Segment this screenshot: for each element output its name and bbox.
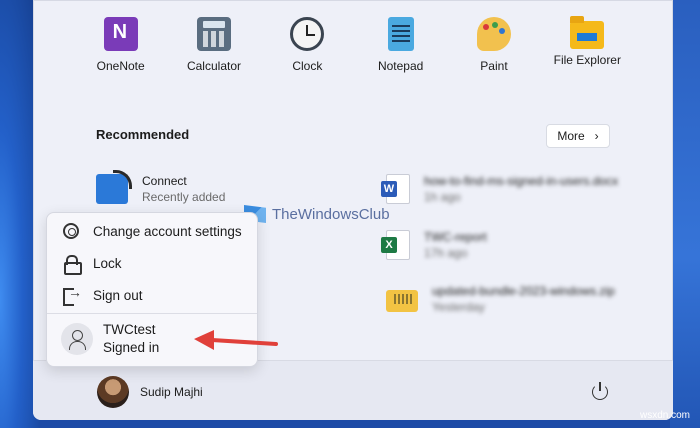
- pinned-app-label: Clock: [292, 59, 323, 73]
- pinned-app-label: Notepad: [377, 59, 424, 73]
- menu-item-label: Change account settings: [93, 223, 242, 239]
- recommended-item-name: how-to-find-ms-signed-in-users.docx: [424, 174, 619, 188]
- sign-out-icon: [63, 284, 82, 306]
- pinned-app-file-explorer[interactable]: File Explorer: [541, 16, 634, 77]
- recommended-item-name: Connect: [142, 174, 187, 188]
- recommended-item-word-doc[interactable]: how-to-find-ms-signed-in-users.docx 1h a…: [381, 173, 619, 205]
- lock-icon: [63, 255, 82, 275]
- pinned-app-paint[interactable]: Paint: [447, 17, 540, 77]
- paint-icon: [476, 17, 511, 51]
- user-name[interactable]: Sudip Majhi: [140, 385, 203, 399]
- zip-folder-icon: [386, 290, 418, 312]
- recommended-item-name: TWC-report: [424, 230, 487, 244]
- clock-icon: [290, 17, 325, 51]
- pinned-app-onenote[interactable]: OneNote: [74, 17, 167, 77]
- menu-item-label: Lock: [93, 255, 122, 271]
- annotation-arrow-icon: [194, 330, 278, 350]
- recommended-item-connect[interactable]: Connect Recently added: [96, 170, 226, 205]
- recommended-item-sub: 1h ago: [424, 190, 461, 204]
- menu-item-label: Sign out: [93, 287, 143, 303]
- notepad-icon: [387, 17, 414, 51]
- recommended-heading: Recommended: [96, 127, 190, 142]
- chevron-right-icon: ›: [594, 129, 599, 143]
- sign-out-item[interactable]: Sign out: [53, 281, 253, 309]
- wallpaper-right: [670, 0, 700, 428]
- pinned-app-clock[interactable]: Clock: [261, 17, 354, 77]
- account-name: TWCtest: [103, 322, 156, 337]
- recommended-item-sub: Recently added: [142, 190, 226, 204]
- pinned-app-label: File Explorer: [553, 53, 621, 67]
- recommended-item-zip[interactable]: updated-bundle-2023-windows.zip Yesterda…: [386, 283, 615, 315]
- user-avatar[interactable]: [97, 376, 129, 408]
- site-credit: wsxdn.com: [639, 410, 690, 421]
- start-footer: Sudip Majhi: [33, 360, 673, 420]
- person-icon: [61, 323, 93, 355]
- gear-icon: [63, 223, 79, 239]
- file-explorer-icon: [570, 16, 605, 49]
- pinned-app-calculator[interactable]: Calculator: [167, 17, 260, 77]
- account-status: Signed in: [103, 340, 160, 355]
- onenote-icon: [103, 17, 138, 51]
- change-account-settings-item[interactable]: Change account settings: [53, 217, 253, 245]
- pinned-app-label: OneNote: [96, 59, 145, 73]
- recommended-item-name: updated-bundle-2023-windows.zip: [432, 284, 615, 298]
- calculator-icon: [196, 17, 231, 51]
- recommended-item-sub: 17h ago: [424, 246, 468, 260]
- pinned-app-label: Calculator: [186, 59, 241, 73]
- pinned-app-notepad[interactable]: Notepad: [354, 17, 447, 77]
- recommended-item-sub: Yesterday: [432, 300, 485, 314]
- connect-icon: [96, 170, 132, 204]
- recommended-item-excel[interactable]: TWC-report 17h ago: [381, 229, 487, 261]
- more-button[interactable]: More ›: [546, 124, 610, 148]
- excel-icon: [381, 230, 410, 260]
- power-icon[interactable]: [591, 381, 609, 400]
- pinned-apps: OneNote Calculator Clock Notepad Paint F…: [74, 16, 634, 77]
- word-icon: [381, 174, 410, 204]
- lock-item[interactable]: Lock: [53, 249, 253, 277]
- pinned-app-label: Paint: [480, 59, 508, 73]
- more-button-label: More: [557, 129, 585, 143]
- menu-divider: [47, 313, 257, 314]
- watermark: TheWindowsClub: [244, 205, 390, 223]
- account-switch-item[interactable]: TWCtest Signed in: [61, 321, 159, 357]
- watermark-text: TheWindowsClub: [272, 205, 390, 223]
